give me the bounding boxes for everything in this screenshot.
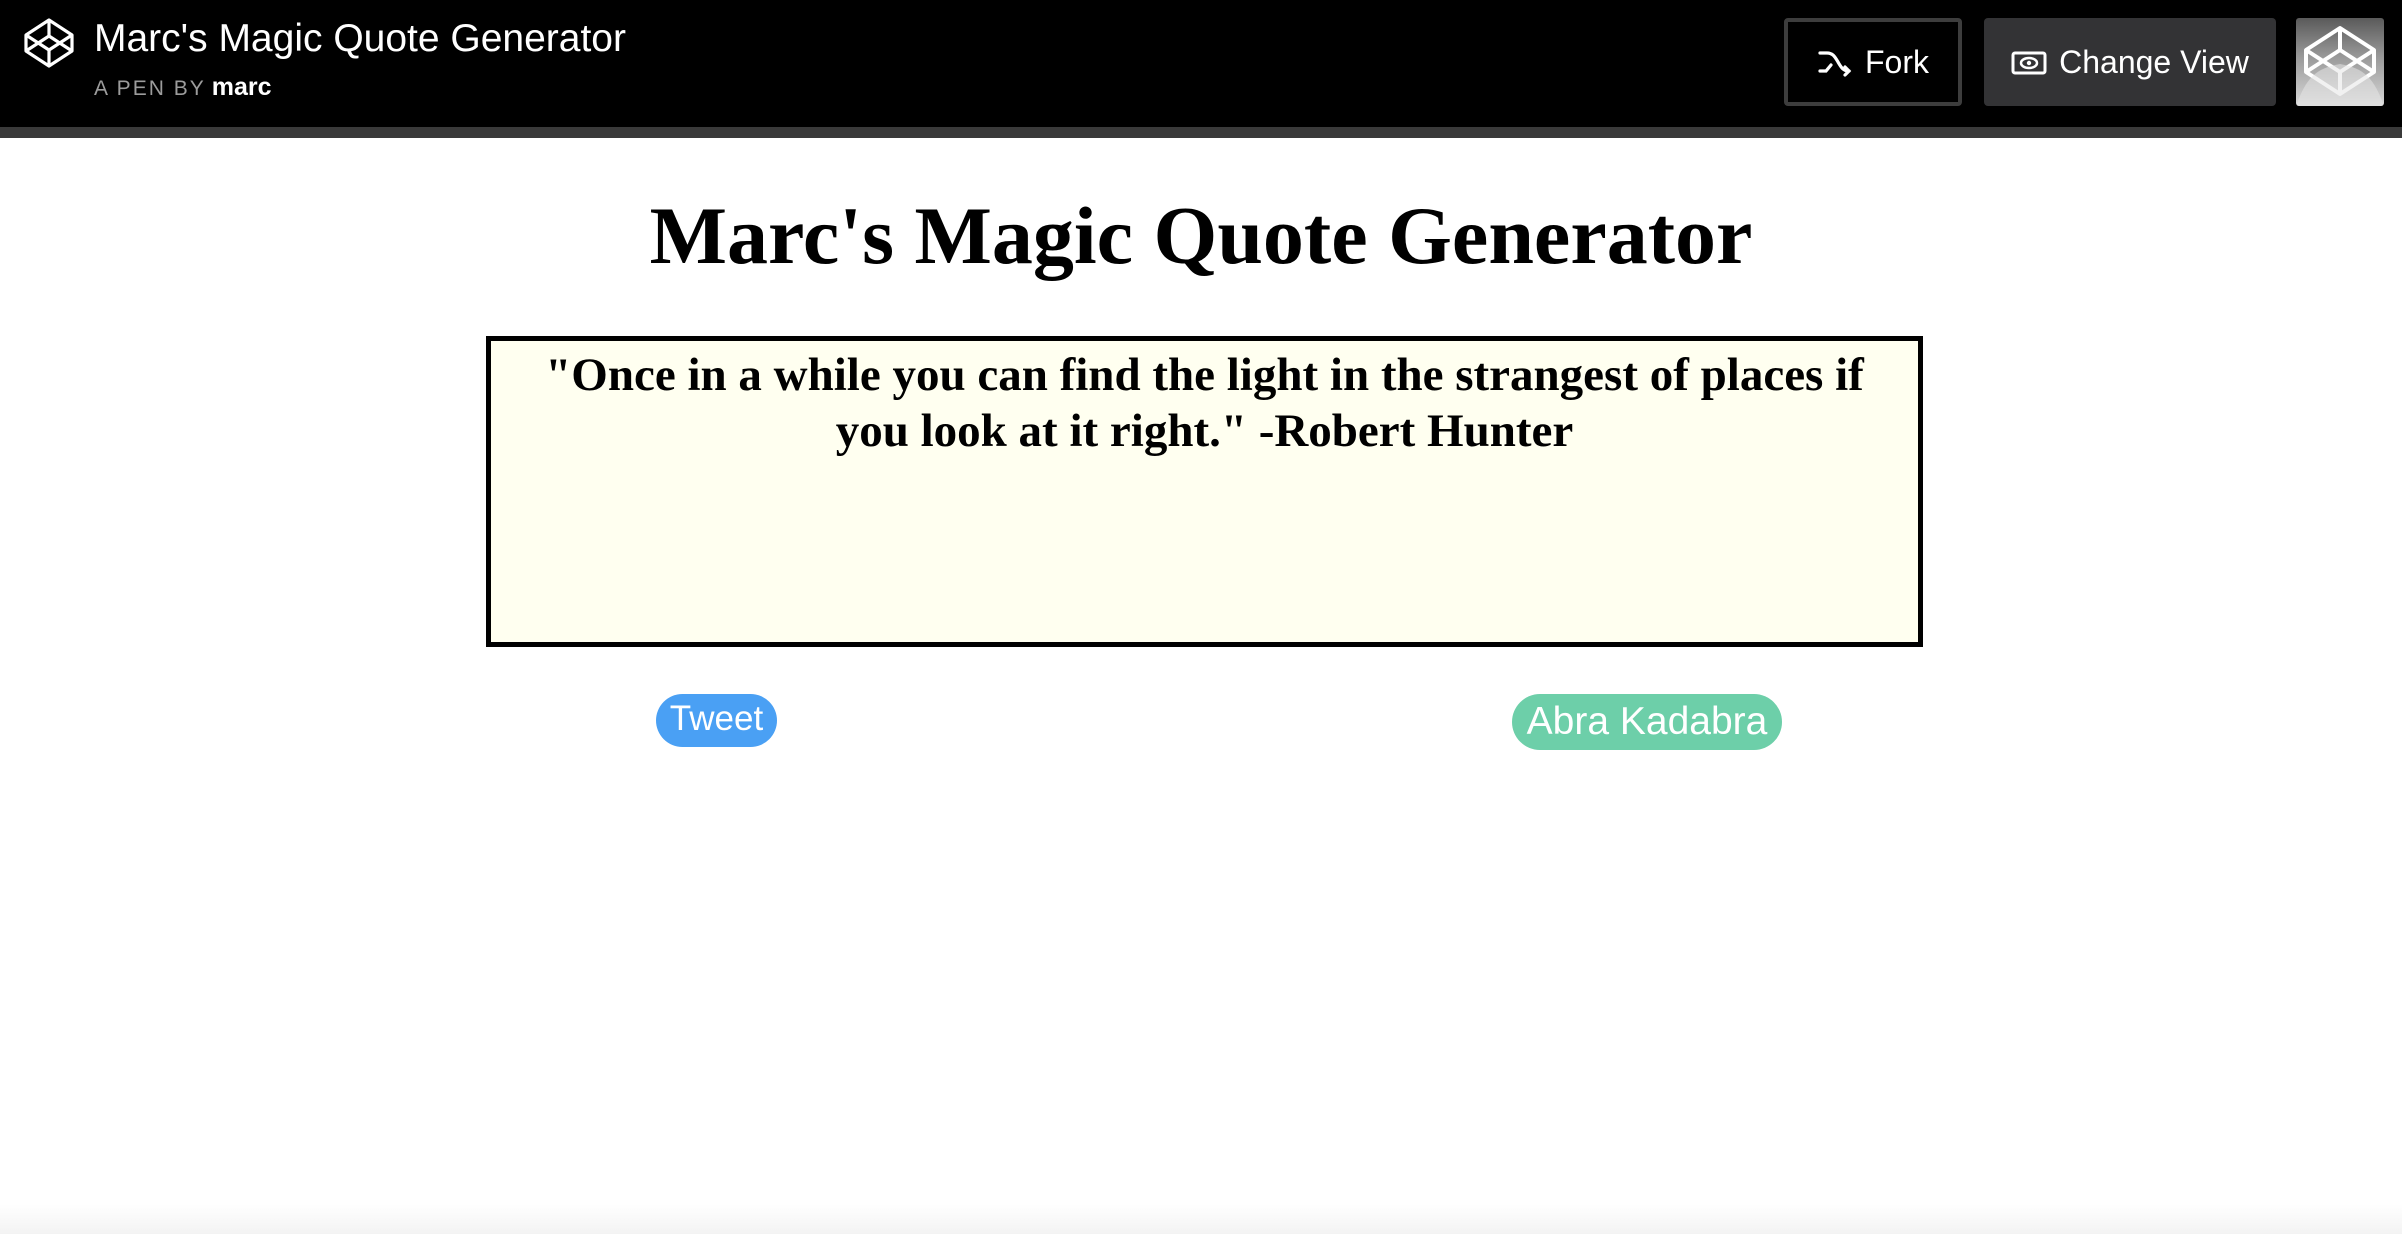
pen-title: Marc's Magic Quote Generator [94, 17, 626, 60]
fork-button-label: Fork [1865, 43, 1929, 80]
eye-icon [2011, 51, 2047, 75]
change-view-button-label: Change View [2059, 43, 2249, 80]
author-link[interactable]: marc [212, 73, 272, 101]
page-title: Marc's Magic Quote Generator [649, 190, 1753, 281]
tweet-button[interactable]: Tweet [656, 694, 777, 747]
new-quote-button[interactable]: Abra Kadabra [1512, 694, 1782, 750]
quote-text: "Once in a while you can find the light … [545, 349, 1864, 457]
quote-box: "Once in a while you can find the light … [486, 336, 1923, 647]
bottom-shadow [0, 1204, 2402, 1234]
fork-button[interactable]: Fork [1784, 18, 1962, 106]
byline-prefix: A PEN BY [94, 77, 206, 100]
user-avatar[interactable] [2296, 18, 2384, 106]
codepen-header: Marc's Magic Quote Generator A PEN BY mar… [0, 0, 2402, 138]
change-view-button[interactable]: Change View [1984, 18, 2276, 106]
codepen-avatar-icon [2296, 26, 2384, 106]
fork-icon [1818, 51, 1852, 77]
codepen-logo-icon[interactable] [22, 16, 76, 70]
pen-byline: A PEN BY marc [94, 72, 271, 104]
